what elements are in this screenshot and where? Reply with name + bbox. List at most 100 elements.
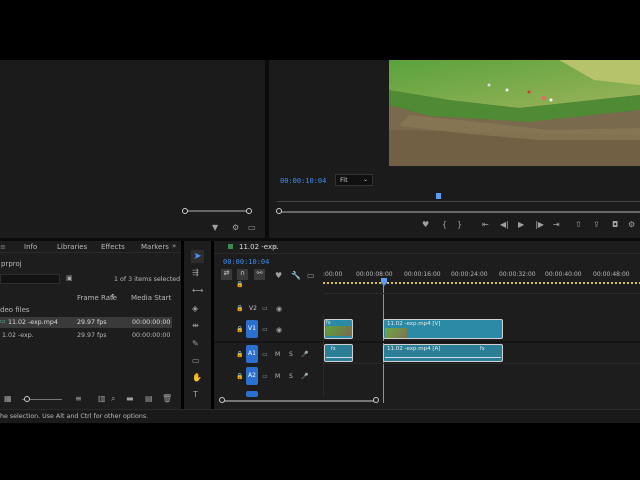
lock-icon[interactable]: 🔒 (236, 305, 243, 313)
project-search-input[interactable] (0, 274, 60, 284)
timeline-scroll-handle-left[interactable] (219, 397, 225, 403)
new-bin-icon[interactable]: ▬ (126, 395, 134, 403)
freeform-view-icon[interactable]: ▦ (4, 395, 12, 403)
step-forward-icon[interactable]: |▶ (535, 221, 544, 229)
waveform-line (326, 357, 352, 358)
program-timecode[interactable]: 00:00:10:04 (280, 177, 326, 185)
microphone-icon[interactable]: 🎤 (301, 373, 308, 381)
captions-icon[interactable]: ▭ (307, 272, 315, 280)
solo-button[interactable]: S (289, 373, 293, 380)
step-back-icon[interactable]: ◀| (500, 221, 509, 229)
tab-effects[interactable]: Effects (101, 243, 125, 251)
snap-icon[interactable]: ∩ (237, 269, 248, 280)
razor-icon[interactable]: ◈ (192, 305, 198, 313)
mute-button[interactable]: M (275, 351, 280, 358)
sequence-menu-icon[interactable]: ≡ (272, 243, 278, 251)
selection-tool-icon[interactable]: ➤ (191, 250, 204, 263)
trash-icon[interactable]: 🗑 (162, 395, 172, 403)
out-point-icon[interactable]: } (457, 221, 462, 229)
add-marker-icon[interactable]: ♥ (275, 272, 282, 280)
pen-icon[interactable]: ✎ (192, 340, 199, 348)
mute-button[interactable]: M (275, 373, 280, 380)
sync-lock-icon[interactable]: ▭ (262, 373, 268, 381)
settings-icon[interactable]: ⚙ (628, 221, 635, 229)
track-target-a3[interactable] (246, 391, 258, 397)
ruler-label: 00:00:48:00 (593, 271, 630, 278)
timeline-scroll-handle-right[interactable] (373, 397, 379, 403)
work-area-bar[interactable] (323, 282, 640, 284)
play-icon[interactable]: ▶ (518, 221, 524, 229)
in-point-icon[interactable]: { (442, 221, 447, 229)
track-select-icon[interactable]: ⇶ (192, 269, 199, 277)
program-ruler[interactable] (277, 194, 640, 202)
lift-icon[interactable]: ⇧ (575, 221, 582, 229)
program-scrub-handle[interactable] (276, 208, 282, 214)
tab-close-icon[interactable]: ≡ (0, 243, 6, 251)
slip-icon[interactable]: ⇹ (192, 322, 199, 330)
sync-lock-icon[interactable]: ▭ (262, 351, 268, 359)
source-scrub-handle-left[interactable] (182, 208, 188, 214)
audio-clip-main[interactable]: 11.02 -exp.mp4 [A] fx (383, 344, 503, 362)
video-clip-small[interactable]: fx (324, 319, 353, 339)
track-target-v1[interactable]: V1 (246, 320, 258, 338)
program-playhead[interactable] (436, 193, 441, 199)
new-bin-from-search-icon[interactable]: ▣ (66, 274, 73, 282)
export-frame-icon[interactable]: ◘ (612, 221, 618, 229)
lock-icon[interactable]: 🔒 (236, 373, 243, 381)
tab-markers[interactable]: Markers (141, 243, 169, 251)
go-to-out-icon[interactable]: ⇥ (553, 221, 560, 229)
audio-fx-badge: fx (480, 346, 485, 352)
clip-icon: ▭ (0, 318, 6, 325)
tab-info[interactable]: Info (24, 243, 37, 251)
timeline-settings-icon[interactable]: 🔧 (291, 272, 301, 280)
status-text: he selection. Use Alt and Ctrl for other… (0, 413, 149, 420)
table-row[interactable]: ▭ 11.02 -exp.mp4 29.97 fps 00:00:00:00 (0, 317, 172, 328)
source-scrub-bar[interactable] (186, 210, 250, 212)
timeline-scrollbar[interactable] (222, 400, 376, 402)
table-row[interactable]: 1.02 -exp. 29.97 fps 00:00:00:00 (0, 330, 172, 341)
funnel-icon[interactable]: ▼ (212, 224, 218, 232)
hand-icon[interactable]: ✋ (192, 374, 202, 382)
ripple-edit-icon[interactable]: ⟷ (192, 287, 203, 295)
rectangle-icon[interactable]: ▭ (192, 357, 200, 365)
wrench-icon[interactable]: ⚙ (232, 224, 239, 232)
nest-toggle-icon[interactable]: ⇄ (221, 269, 232, 280)
linked-selection-icon[interactable]: ⚯ (254, 269, 265, 280)
source-scrub-handle-right[interactable] (246, 208, 252, 214)
zoom-value: Fit (340, 176, 348, 184)
solo-button[interactable]: S (289, 351, 293, 358)
type-icon[interactable]: T (193, 391, 198, 399)
sync-lock-icon[interactable]: ▭ (262, 305, 268, 313)
track-target-a2[interactable]: A2 (246, 367, 258, 385)
eye-icon[interactable]: ◉ (276, 326, 282, 334)
audio-clip-small[interactable]: fx (324, 344, 353, 362)
program-scrub-bar[interactable] (279, 211, 640, 213)
lock-icon[interactable]: 🔒 (236, 281, 243, 289)
lock-icon[interactable]: 🔒 (236, 326, 243, 334)
sort-icon[interactable]: ≡ (75, 395, 82, 403)
tab-libraries[interactable]: Libraries (57, 243, 87, 251)
automate-icon[interactable]: ▥ (98, 395, 106, 403)
folder-row[interactable]: deo files (0, 306, 30, 314)
track-target-a1[interactable]: A1 (246, 345, 258, 363)
find-icon[interactable]: ⌕ (111, 395, 115, 403)
more-tabs-icon[interactable]: » (172, 242, 176, 250)
column-media-start[interactable]: Media Start (131, 294, 171, 302)
new-item-icon[interactable]: ▤ (145, 395, 153, 403)
program-zoom-select[interactable]: Fit ⌄ (335, 174, 373, 186)
microphone-icon[interactable]: 🎤 (301, 351, 308, 359)
video-audio-separator[interactable] (214, 341, 640, 343)
panel-expand-icon[interactable]: ▭ (248, 224, 256, 232)
zoom-slider-handle[interactable] (24, 396, 30, 402)
marker-icon[interactable]: ♥ (422, 221, 429, 229)
go-to-in-icon[interactable]: ⇤ (482, 221, 489, 229)
timeline-timecode[interactable]: 00:00:10:04 (223, 258, 269, 266)
lock-icon[interactable]: 🔒 (236, 351, 243, 359)
eye-icon[interactable]: ◉ (276, 305, 282, 313)
video-clip-main[interactable]: 11.02 -exp.mp4 [V] (383, 319, 503, 339)
extract-icon[interactable]: ⇪ (593, 221, 600, 229)
fx-badge: fx (326, 320, 331, 326)
sync-lock-icon[interactable]: ▭ (262, 326, 268, 334)
timeline-ruler[interactable]: :00:00 00:00:08:00 00:00:16:00 00:00:24:… (323, 269, 640, 286)
track-label-v2[interactable]: V2 (249, 305, 257, 312)
